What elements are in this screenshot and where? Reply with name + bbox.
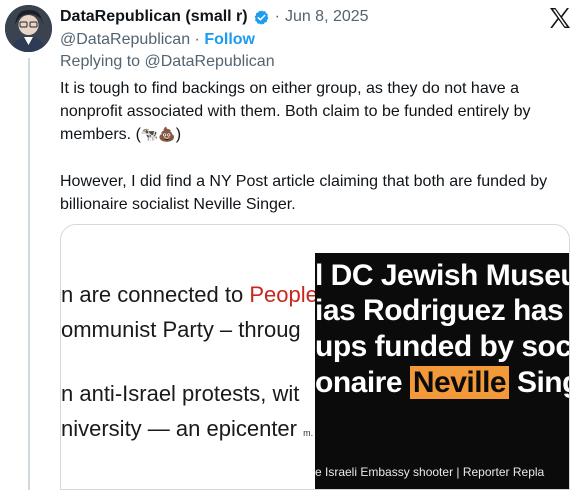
- avatar-image: [5, 5, 52, 52]
- tweet-paragraph-1: It is tough to find backings on either g…: [60, 77, 570, 147]
- left-image-line-4b: m. ET: [303, 428, 315, 438]
- right-image-highlight: Neville: [409, 366, 510, 399]
- right-image-caption: e Israeli Embassy shooter | Reporter Rep…: [315, 465, 545, 479]
- follow-button[interactable]: Follow: [204, 31, 255, 48]
- cow-poop-emoji-icon: 🐄💩: [140, 127, 176, 143]
- tweet-date[interactable]: Jun 8, 2025: [285, 8, 369, 26]
- right-image-line-4c: Sing: [516, 366, 569, 399]
- verified-badge-icon: [253, 9, 270, 26]
- right-image-line-3: ups funded by soc: [315, 330, 570, 363]
- separator-dot: ·: [274, 8, 280, 25]
- left-image-line-1a: n are connected to: [61, 282, 250, 307]
- right-image-line-2: ias Rodriguez has: [315, 294, 564, 327]
- left-image-line-1: n are connected to People: [61, 282, 315, 308]
- left-image-line-4: niversity — an epicenter m. ET: [61, 416, 315, 442]
- tweet-header: DataRepublican (small r) · Jun 8, 2025: [60, 6, 369, 28]
- avatar[interactable]: [5, 5, 52, 52]
- right-image-line-1: l DC Jewish Museu: [315, 259, 570, 292]
- tweet-paragraph-2: However, I did find a NY Post article cl…: [60, 173, 548, 213]
- media-card[interactable]: n are connected to People ommunist Party…: [60, 224, 570, 490]
- replying-to[interactable]: Replying to @DataRepublican: [60, 53, 275, 71]
- tweet-paragraph-1-text: It is tough to find backings on either g…: [60, 80, 531, 143]
- right-image-line-4a: onaire: [315, 366, 410, 399]
- author-display-name[interactable]: DataRepublican (small r): [60, 8, 248, 26]
- left-image-line-4a: niversity — an epicenter: [61, 416, 297, 441]
- tweet-text: It is tough to find backings on either g…: [60, 77, 570, 216]
- left-image-line-2: ommunist Party – throug: [61, 317, 301, 342]
- tweet-paragraph-1-end: ): [175, 126, 182, 143]
- left-image-line-1b: People: [249, 282, 315, 307]
- media-image-left[interactable]: n are connected to People ommunist Party…: [61, 225, 315, 489]
- left-image-line-3: n anti-Israel protests, wit: [61, 381, 300, 406]
- x-logo-icon[interactable]: [548, 6, 572, 30]
- media-image-right[interactable]: l DC Jewish Museu ias Rodriguez has ups …: [315, 225, 570, 489]
- handle-row: @DataRepublican · Follow: [60, 31, 255, 49]
- separator-dot: ·: [194, 31, 200, 48]
- thread-line: [28, 58, 30, 490]
- right-image-line-4: onaire Neville Sing: [315, 366, 569, 400]
- author-handle[interactable]: @DataRepublican: [60, 31, 190, 48]
